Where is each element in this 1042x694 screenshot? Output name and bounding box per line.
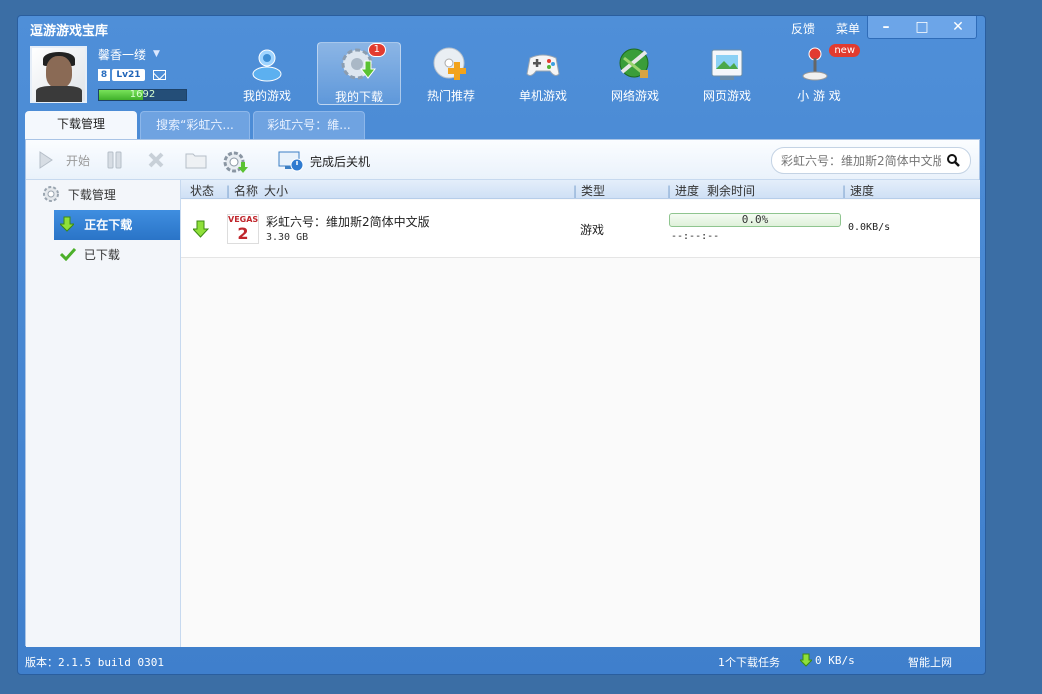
nav-label: 热门推荐 xyxy=(426,89,475,103)
web-games-icon xyxy=(708,46,746,82)
settings-button[interactable] xyxy=(222,150,250,174)
mail-icon[interactable] xyxy=(153,70,166,80)
avatar[interactable] xyxy=(30,46,87,103)
game-size: 3.30 GB xyxy=(266,232,309,243)
list-header: 状态 | 名称 大小 | 类型 | 进度 剩余时间 | 速度 xyxy=(181,180,980,199)
download-arrow-icon xyxy=(193,220,209,238)
delete-icon xyxy=(148,152,164,168)
sidebar-item-label: 正在下载 xyxy=(84,218,133,232)
nav-my-downloads[interactable]: 1 我的下载 xyxy=(317,42,401,105)
progress-text: 0.0% xyxy=(741,213,769,226)
download-speed: 0.0KB/s xyxy=(848,222,891,233)
col-remaining[interactable]: 剩余时间 xyxy=(707,182,755,199)
username[interactable]: 馨香一缕 xyxy=(98,46,146,63)
search-input[interactable] xyxy=(781,152,941,169)
search-box xyxy=(771,147,971,174)
task-count: 1个下载任务 xyxy=(718,656,780,669)
col-speed[interactable]: | 速度 xyxy=(842,182,874,199)
shutdown-after-label: 完成后关机 xyxy=(310,154,371,169)
shutdown-after-button[interactable]: 完成后关机 xyxy=(278,150,370,172)
total-speed: 0 KB/s xyxy=(815,654,855,667)
version-text: 版本：2.1.5 build 0301 xyxy=(25,656,164,669)
level-icon: 8 xyxy=(98,69,110,81)
tab-game-detail[interactable]: 彩虹六号：維... xyxy=(253,111,365,139)
search-icon[interactable] xyxy=(947,154,960,167)
nav-my-games[interactable]: 我的游戏 xyxy=(225,42,309,105)
close-button[interactable]: ✕ xyxy=(945,19,971,35)
window-controls: – □ ✕ xyxy=(867,16,977,39)
main-content: 开始 完成后关机 彩虹六号：维加斯2简体中文版 下载管理 正在下载 已下载 状态… xyxy=(25,139,980,647)
sidebar-item-label: 已下载 xyxy=(83,248,120,262)
start-label: 开始 xyxy=(66,153,91,168)
my-downloads-icon: 1 xyxy=(340,43,386,83)
toolbar: 开始 完成后关机 xyxy=(26,140,979,180)
nav-web-games[interactable]: 网页游戏 xyxy=(685,42,769,105)
folder-icon xyxy=(185,153,207,169)
checkmark-icon xyxy=(59,247,77,262)
open-folder-button[interactable] xyxy=(184,150,208,170)
col-type[interactable]: | 类型 xyxy=(573,182,605,199)
sidebar-header-download-manager[interactable]: 下载管理 xyxy=(26,180,180,210)
start-button[interactable]: 开始 xyxy=(38,150,90,170)
nav-label: 单机游戏 xyxy=(518,89,567,103)
pause-button[interactable] xyxy=(106,150,124,170)
menu-link[interactable]: 菜单 xyxy=(836,20,860,37)
monitor-shutdown-icon xyxy=(278,151,304,172)
app-window: 逗游游戏宝库 反馈 菜单 – □ ✕ 馨香一缕 ▼ 8 Lv21 1692 我的… xyxy=(17,15,986,675)
game-thumbnail: VEGAS 2 xyxy=(227,214,259,244)
downloads-badge: 1 xyxy=(367,43,386,57)
nav-label: 我的游戏 xyxy=(242,89,291,103)
col-size[interactable]: 大小 xyxy=(264,182,288,199)
chevron-down-icon[interactable]: ▼ xyxy=(153,49,160,59)
my-games-icon xyxy=(248,46,286,82)
col-status[interactable]: 状态 xyxy=(190,182,214,199)
maximize-button[interactable]: □ xyxy=(909,19,935,35)
table-row[interactable]: VEGAS 2 彩虹六号：维加斯2简体中文版 3.30 GB 游戏 0.0% -… xyxy=(181,200,980,258)
tab-download-manager[interactable]: 下载管理 xyxy=(25,111,137,139)
download-list: 状态 | 名称 大小 | 类型 | 进度 剩余时间 | 速度 VEGAS 2 彩虹六号：… xyxy=(181,180,980,647)
col-progress[interactable]: | 进度 xyxy=(667,182,699,199)
download-settings-icon xyxy=(223,151,248,173)
nav-label: 网络游戏 xyxy=(610,89,659,103)
delete-button[interactable] xyxy=(146,150,166,170)
download-arrow-icon xyxy=(800,653,812,667)
hot-recommend-icon xyxy=(432,46,470,82)
gamepad-icon xyxy=(524,46,562,82)
col-name[interactable]: | 名称 xyxy=(226,182,258,199)
nav-online-games[interactable]: 网络游戏 xyxy=(593,42,677,105)
nav-mini-games[interactable]: new 小 游 戏 xyxy=(777,42,861,105)
new-badge: new xyxy=(829,44,860,57)
sidebar-item-downloading[interactable]: 正在下载 xyxy=(54,210,180,240)
pause-icon xyxy=(107,151,122,169)
tab-search-results[interactable]: 搜索“彩虹六... xyxy=(140,111,250,139)
nav-label: 网页游戏 xyxy=(702,89,751,103)
nav-label: 小 游 戏 xyxy=(797,89,841,103)
nav-single-player[interactable]: 单机游戏 xyxy=(501,42,585,105)
joystick-icon: new xyxy=(800,44,860,82)
game-type: 游戏 xyxy=(580,223,605,237)
remaining-time: --:--:-- xyxy=(671,231,720,242)
online-games-icon xyxy=(616,46,654,82)
progress-bar: 0.0% xyxy=(669,213,841,227)
exp-value: 1692 xyxy=(129,89,156,100)
nav-label: 我的下载 xyxy=(334,90,383,104)
status-bar: 版本：2.1.5 build 0301 1个下载任务 0 KB/s 智能上网 xyxy=(18,649,985,674)
app-title: 逗游游戏宝库 xyxy=(30,24,109,39)
nav-hot-recommend[interactable]: 热门推荐 xyxy=(409,42,493,105)
level-badge: Lv21 xyxy=(112,69,145,81)
feedback-link[interactable]: 反馈 xyxy=(791,20,815,37)
sidebar-header-label: 下载管理 xyxy=(67,188,116,202)
play-icon xyxy=(39,151,53,169)
sidebar-item-downloaded[interactable]: 已下载 xyxy=(26,240,180,270)
game-name: 彩虹六号：维加斯2简体中文版 xyxy=(266,215,430,229)
sidebar: 下载管理 正在下载 已下载 xyxy=(26,180,181,647)
minimize-button[interactable]: – xyxy=(873,19,899,35)
download-arrow-icon xyxy=(58,216,76,232)
smart-online-button[interactable]: 智能上网 xyxy=(908,654,952,670)
exp-bar: 1692 xyxy=(98,89,187,101)
gear-icon xyxy=(43,186,59,202)
